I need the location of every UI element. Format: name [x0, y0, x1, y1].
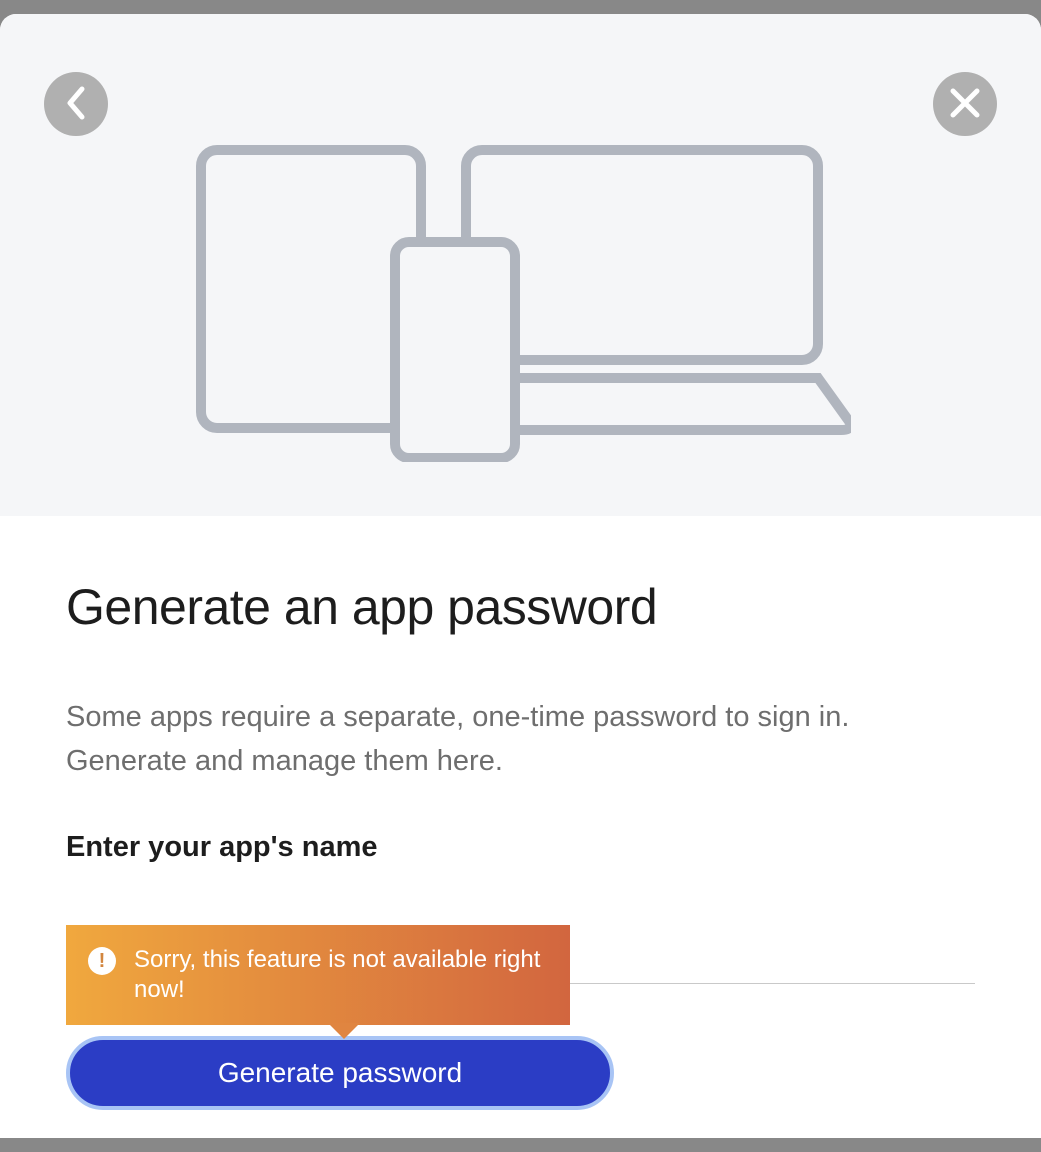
- alert-icon: !: [88, 947, 116, 975]
- page-title: Generate an app password: [66, 578, 975, 636]
- back-button[interactable]: [44, 72, 108, 136]
- modal-body: Generate an app password Some apps requi…: [0, 516, 1041, 1110]
- modal-header: [0, 14, 1041, 516]
- generate-password-button[interactable]: Generate password: [66, 1036, 614, 1110]
- description-text: Some apps require a separate, one-time p…: [66, 696, 975, 783]
- button-container: ! Sorry, this feature is not available r…: [66, 1036, 614, 1110]
- tooltip-message: Sorry, this feature is not available rig…: [134, 945, 548, 1005]
- error-tooltip: ! Sorry, this feature is not available r…: [66, 925, 570, 1025]
- app-password-modal: Generate an app password Some apps requi…: [0, 14, 1041, 1138]
- chevron-left-icon: [64, 85, 88, 124]
- devices-illustration: [0, 142, 1041, 462]
- close-button[interactable]: [933, 72, 997, 136]
- close-icon: [949, 87, 981, 122]
- input-label: Enter your app's name: [66, 831, 975, 864]
